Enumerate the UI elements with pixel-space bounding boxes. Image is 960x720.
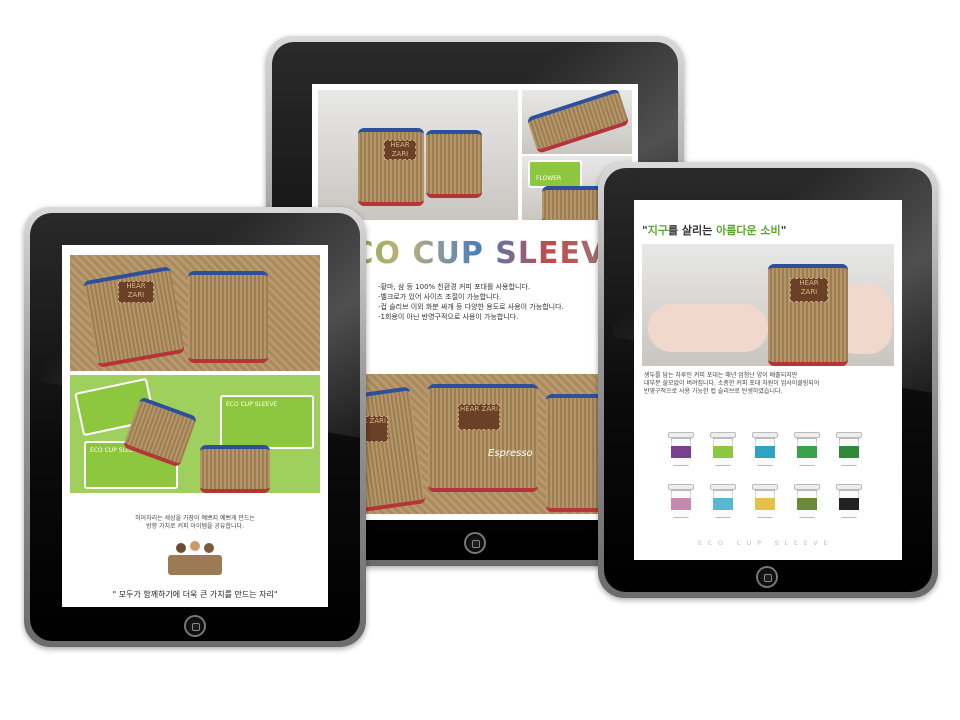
cup-band [839, 498, 859, 510]
story-line: 생두를 담는 자루인 커피 포대는 매년 엄청난 양이 배출되지만 [644, 372, 798, 379]
cup-sleeve [200, 445, 270, 493]
feature-item: -황마, 삼 등 100% 친환경 커피 포대를 사용합니다. [378, 283, 531, 291]
left-tablet-screen: HEAR ZARI ECO CUP SLEEVE ECO CUP SLEEVE … [62, 245, 328, 607]
feature-list: -황마, 삼 등 100% 친환경 커피 포대를 사용합니다. -벨크로가 있어… [378, 282, 628, 322]
cup-sleeve [428, 384, 538, 492]
sleeve-patch: HEAR ZARI [790, 278, 828, 302]
brand-quote: " 모두가 함께하기에 더욱 큰 가치를 만드는 자리" [112, 590, 278, 599]
footer-label: ECO CUP SLEEVE [698, 540, 834, 547]
feature-item: -컵 슬리브 이외 화분 싸개 등 다양한 용도로 사용이 가능합니다. [378, 303, 564, 311]
cup-item[interactable] [752, 432, 778, 466]
cup-item[interactable] [836, 484, 862, 518]
home-button[interactable] [756, 566, 778, 588]
cup-item[interactable] [710, 484, 736, 518]
cup-grid [634, 432, 902, 542]
coffee-cups-photo: HEAR ZARI [318, 90, 518, 220]
flower-card-text: FLOWER [536, 175, 562, 182]
left-tablet: HEAR ZARI ECO CUP SLEEVE ECO CUP SLEEVE … [24, 207, 366, 647]
home-button[interactable] [464, 532, 486, 554]
cup-sleeve [188, 271, 268, 363]
right-tablet: "지구를 살리는 아름다운 소비" HEAR ZARI 생두를 담는 자루인 커… [598, 162, 938, 598]
sleeve-patch: HEAR ZARI [118, 281, 154, 303]
cup-item[interactable] [710, 432, 736, 466]
cup-item[interactable] [752, 484, 778, 518]
headline-earth: 지구 [647, 224, 668, 237]
caption-line: 방향 가치로 커피 아이템을 공유합니다. [146, 523, 244, 530]
cup-band [755, 498, 775, 510]
sleeve-patch: HEAR ZARI [384, 140, 416, 160]
cup-band [671, 498, 691, 510]
people-illustration [162, 539, 228, 579]
hand-left [648, 304, 768, 352]
feature-item: -벨크로가 있어 사이즈 조절이 가능합니다. [378, 293, 502, 301]
cup-band [713, 446, 733, 458]
sleeve-strip [526, 90, 630, 154]
story-text: 생두를 담는 자루인 커피 포대는 매년 엄청난 양이 배출되지만 대부분 쓸모… [644, 372, 894, 396]
feature-item: -1회용이 아닌 반영구적으로 사용이 가능합니다. [378, 313, 519, 321]
cup-item[interactable] [668, 484, 694, 518]
espresso-label: Espresso [488, 448, 533, 459]
card-label: ECO CUP SLEEVE [226, 401, 278, 408]
cup-band [797, 446, 817, 458]
green-cards-photo: ECO CUP SLEEVE ECO CUP SLEEVE [70, 375, 320, 493]
home-button[interactable] [184, 615, 206, 637]
page-title: ECO CUP SLEEVE [330, 236, 627, 271]
green-card: ECO CUP SLEEVE [220, 395, 314, 449]
right-tablet-screen: "지구를 살리는 아름다운 소비" HEAR ZARI 생두를 담는 자루인 커… [634, 200, 902, 560]
cup-band [713, 498, 733, 510]
sleeve-detail-photo [522, 90, 632, 154]
flower-card: FLOWER [528, 160, 582, 188]
headline-quote: " [780, 224, 787, 237]
cup-band [797, 498, 817, 510]
headline: "지구를 살리는 아름다운 소비" [642, 222, 786, 238]
hands-cup-photo: HEAR ZARI [642, 244, 894, 366]
sleeve-patch: HEAR ZARI [458, 404, 500, 430]
headline-highlight: 아름다운 소비 [716, 224, 781, 237]
cup-sleeve [426, 130, 482, 198]
sleeves-pile-photo: HEAR ZARI [70, 255, 320, 371]
brand-caption: 히어자리는 세상을 가장이 예쁘지 예쁘게 만드는 방향 가치로 커피 아이템을… [92, 515, 298, 531]
cup-item[interactable] [836, 432, 862, 466]
story-line: 대부분 쓸모없이 버려집니다. 소중한 커피 포대 자원이 업사이클링되어 [644, 380, 820, 387]
cup-band [839, 446, 859, 458]
cup-item[interactable] [794, 432, 820, 466]
cup-band [755, 446, 775, 458]
cup-item[interactable] [668, 432, 694, 466]
cup-item[interactable] [794, 484, 820, 518]
story-line: 반영구적으로 사용 가능한 컵 슬리브로 탄생하였습니다. [644, 388, 783, 395]
headline-middle: 를 살리는 [667, 224, 717, 237]
caption-line: 히어자리는 세상을 가장이 예쁘지 예쁘게 만드는 [135, 515, 255, 522]
cup-band [671, 446, 691, 458]
